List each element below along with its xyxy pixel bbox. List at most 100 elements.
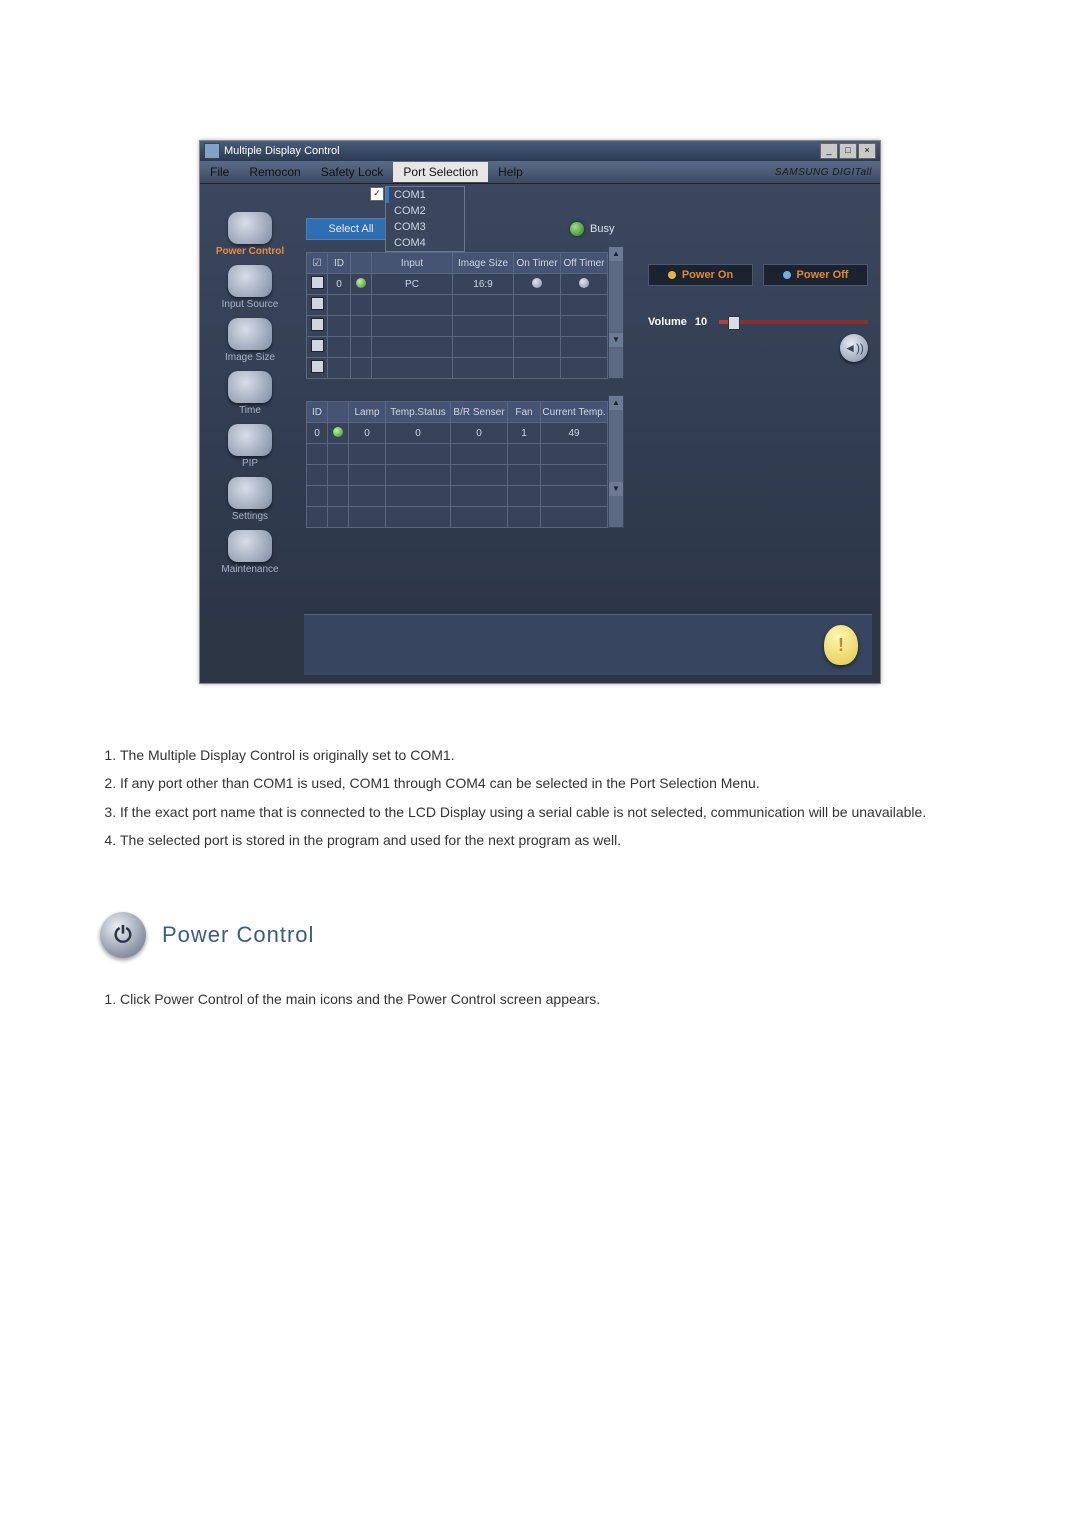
display-grid: ☑ ID Input Image Size On Timer Off Timer… (306, 252, 608, 379)
grid-scrollbar[interactable]: ▲ ▼ (608, 246, 624, 379)
port-checkmark-icon: ✓ (370, 187, 384, 201)
right-panel: Power On Power Off Volume 10 (648, 264, 868, 362)
col-current-temp: Current Temp. (541, 402, 608, 423)
menu-remocon[interactable]: Remocon (239, 165, 310, 179)
close-button[interactable]: × (858, 143, 876, 159)
pip-icon (228, 424, 272, 456)
app-icon (204, 143, 220, 159)
cell-temp-status: 0 (386, 423, 451, 444)
col-temp-status: Temp.Status (386, 402, 451, 423)
scroll-down-icon[interactable]: ▼ (609, 482, 623, 496)
row-checkbox[interactable] (311, 276, 324, 289)
menu-port-selection[interactable]: Port Selection (393, 162, 488, 182)
row-checkbox[interactable] (311, 360, 324, 373)
row-checkbox[interactable] (311, 297, 324, 310)
row-checkbox[interactable] (311, 318, 324, 331)
busy-indicator: Busy (570, 222, 614, 236)
time-icon (228, 371, 272, 403)
menu-file[interactable]: File (200, 165, 239, 179)
minimize-button[interactable]: _ (820, 143, 838, 159)
volume-control: Volume 10 (648, 316, 868, 328)
nav-image-size[interactable]: Image Size (225, 318, 275, 363)
nav-power-control[interactable]: Power Control (216, 212, 284, 257)
grid-row[interactable] (307, 486, 608, 507)
power-on-button[interactable]: Power On (648, 264, 753, 286)
grid-row[interactable] (307, 465, 608, 486)
cell-br-senser: 0 (451, 423, 508, 444)
row-checkbox[interactable] (311, 339, 324, 352)
status-bar: ! (304, 614, 872, 675)
nav-time[interactable]: Time (228, 371, 272, 416)
scroll-down-icon[interactable]: ▼ (609, 333, 623, 347)
grid-row[interactable] (307, 358, 608, 379)
volume-value: 10 (695, 316, 707, 328)
col-id: ID (307, 402, 328, 423)
on-timer-dot-icon (532, 278, 542, 288)
col-check[interactable]: ☑ (307, 253, 328, 274)
cell-id: 0 (328, 274, 351, 295)
speaker-icon[interactable]: ◄)) (840, 334, 868, 362)
grid-header-row: ID Lamp Temp.Status B/R Senser Fan Curre… (307, 402, 608, 423)
input-source-icon (228, 265, 272, 297)
col-input: Input (372, 253, 453, 274)
section-title: Power Control (162, 922, 314, 948)
grid-row[interactable] (307, 316, 608, 337)
nav-label: Time (239, 405, 261, 416)
port-option-com4[interactable]: COM4 (386, 235, 464, 251)
col-br-senser: B/R Senser (451, 402, 508, 423)
nav-maintenance[interactable]: Maintenance (221, 530, 278, 575)
instruction-item: The Multiple Display Control is original… (120, 744, 990, 766)
nav-label: PIP (242, 458, 258, 469)
brand-logo: SAMSUNG DIGITall (775, 167, 872, 178)
window-title: Multiple Display Control (224, 145, 340, 157)
menu-help[interactable]: Help (488, 165, 533, 179)
status-grid-scrollbar[interactable]: ▲ ▼ (608, 395, 624, 528)
nav-label: Maintenance (221, 564, 278, 575)
col-on-timer: On Timer (514, 253, 561, 274)
power-control-icon (228, 212, 272, 244)
grid-row[interactable]: 0 0 0 0 1 49 (307, 423, 608, 444)
instruction-list-2: Click Power Control of the main icons an… (90, 988, 990, 1010)
settings-icon (228, 477, 272, 509)
busy-label: Busy (590, 223, 614, 235)
menu-safety-lock[interactable]: Safety Lock (311, 165, 394, 179)
nav-input-source[interactable]: Input Source (222, 265, 279, 310)
sidebar: Power Control Input Source Image Size Ti… (200, 184, 300, 614)
power-control-section-icon: ⏻ (100, 912, 146, 958)
select-all-button[interactable]: Select All (306, 218, 396, 240)
port-option-com1[interactable]: COM1 (386, 187, 464, 203)
cell-id: 0 (307, 423, 328, 444)
col-off-timer: Off Timer (561, 253, 608, 274)
power-on-dot-icon (668, 271, 676, 279)
col-image-size: Image Size (453, 253, 514, 274)
instruction-list-1: The Multiple Display Control is original… (90, 744, 990, 852)
volume-handle[interactable] (728, 316, 740, 330)
grid-row[interactable] (307, 507, 608, 528)
grid-row[interactable]: 0 PC 16:9 (307, 274, 608, 295)
port-option-com2[interactable]: COM2 (386, 203, 464, 219)
instruction-item: Click Power Control of the main icons an… (120, 988, 990, 1010)
grid-row[interactable] (307, 295, 608, 316)
cell-image-size: 16:9 (453, 274, 514, 295)
power-off-button[interactable]: Power Off (763, 264, 868, 286)
app-body: ✓ COM1 COM2 COM3 COM4 Power Control Inpu… (200, 184, 880, 614)
grid-row[interactable] (307, 444, 608, 465)
grid-row[interactable] (307, 337, 608, 358)
power-off-dot-icon (783, 271, 791, 279)
scroll-up-icon[interactable]: ▲ (609, 247, 623, 261)
instruction-item: The selected port is stored in the progr… (120, 829, 990, 851)
busy-dot-icon (570, 222, 584, 236)
instruction-item: If the exact port name that is connected… (120, 801, 990, 823)
nav-settings[interactable]: Settings (228, 477, 272, 522)
scroll-up-icon[interactable]: ▲ (609, 396, 623, 410)
col-status (328, 402, 349, 423)
maximize-button[interactable]: □ (839, 143, 857, 159)
cell-input: PC (372, 274, 453, 295)
port-option-com3[interactable]: COM3 (386, 219, 464, 235)
status-grid: ID Lamp Temp.Status B/R Senser Fan Curre… (306, 401, 608, 528)
nav-pip[interactable]: PIP (228, 424, 272, 469)
window-buttons: _ □ × (820, 143, 876, 159)
nav-label: Image Size (225, 352, 275, 363)
col-status (351, 253, 372, 274)
volume-slider[interactable] (719, 320, 868, 324)
